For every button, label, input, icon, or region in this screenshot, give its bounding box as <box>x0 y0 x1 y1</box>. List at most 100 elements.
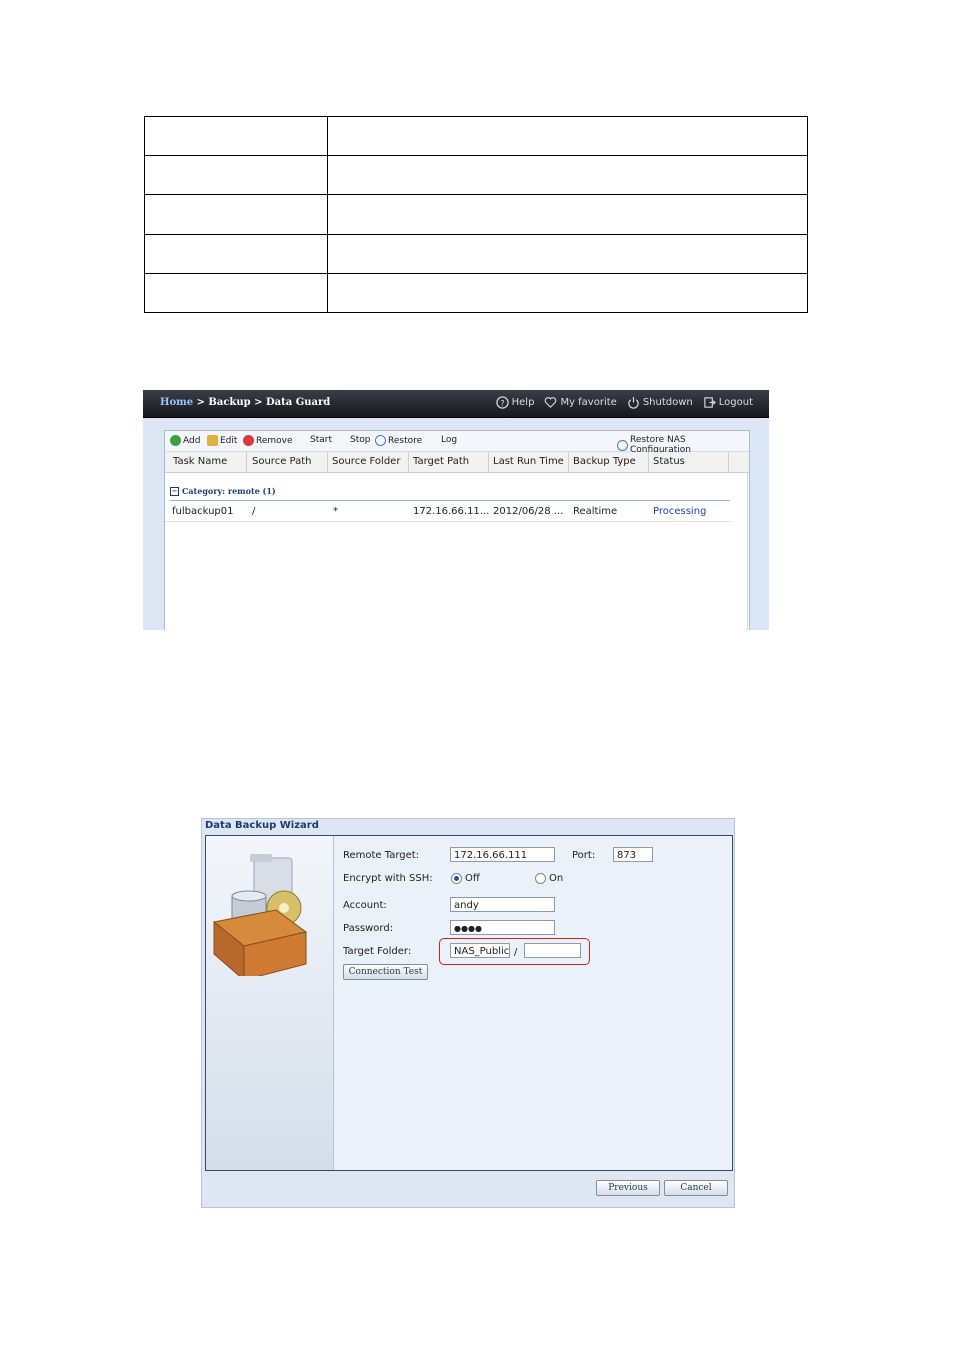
svg-text:?: ? <box>500 398 504 408</box>
encrypt-on-label: On <box>549 873 564 884</box>
remote-target-label: Remote Target: <box>343 850 420 861</box>
data-guard-screenshot: Home > Backup > Data Guard ? Help My fav… <box>143 390 769 630</box>
toolbar: Add Edit Remove Start Stop Restore Log R… <box>165 431 749 455</box>
table-row[interactable]: fulbackup01 / * 172.16.66.11... 2012/06/… <box>165 503 731 522</box>
magnifier-icon <box>617 439 628 451</box>
table-cell <box>327 272 808 314</box>
table-row <box>144 155 808 196</box>
category-divider <box>170 500 730 501</box>
column-divider <box>488 452 489 472</box>
shutdown-link[interactable]: Shutdown <box>627 396 693 409</box>
start-button[interactable]: Start <box>310 435 332 445</box>
breadcrumb-home[interactable]: Home <box>160 397 193 408</box>
encrypt-off-label: Off <box>465 873 480 884</box>
column-divider <box>246 452 247 472</box>
category-group[interactable]: − Category: remote (1) <box>170 486 276 496</box>
column-divider <box>568 452 569 472</box>
help-label: Help <box>511 397 535 408</box>
table-header: Task Name Source Path Source Folder Targ… <box>165 452 749 473</box>
password-input[interactable]: ●●●● <box>450 920 555 935</box>
task-panel: Add Edit Remove Start Stop Restore Log R… <box>164 430 750 630</box>
table-cell <box>144 194 328 235</box>
wizard-form: Remote Target: 172.16.66.111 Port: 873 E… <box>334 836 732 1170</box>
stop-button[interactable]: Stop <box>350 435 370 445</box>
connection-test-button[interactable]: Connection Test <box>343 964 428 980</box>
wizard-body: Remote Target: 172.16.66.111 Port: 873 E… <box>205 835 733 1171</box>
target-folder-label: Target Folder: <box>343 946 412 957</box>
column-divider <box>408 452 409 472</box>
stop-label: Stop <box>350 435 371 445</box>
target-path-cell: 172.16.66.11... <box>413 506 490 517</box>
remove-button[interactable]: Remove <box>243 435 293 446</box>
encrypt-ssh-label: Encrypt with SSH: <box>343 873 433 884</box>
scrollbar-track[interactable] <box>747 472 748 630</box>
wizard-illustration-pane <box>206 836 334 1170</box>
port-label: Port: <box>572 850 596 861</box>
column-divider <box>327 452 328 472</box>
add-button[interactable]: Add <box>170 435 200 446</box>
previous-button[interactable]: Previous <box>596 1180 660 1196</box>
cancel-button[interactable]: Cancel <box>664 1180 728 1196</box>
source-folder-cell: * <box>333 506 338 517</box>
logout-link[interactable]: Logout <box>703 396 753 409</box>
column-divider <box>648 452 649 472</box>
edit-button[interactable]: Edit <box>207 435 237 446</box>
column-divider <box>728 452 729 472</box>
collapse-icon[interactable]: − <box>170 486 179 496</box>
shutdown-label: Shutdown <box>642 397 693 408</box>
top-nav: ? Help My favorite Shutdown Logout <box>495 396 753 409</box>
favorite-link[interactable]: My favorite <box>544 396 617 409</box>
logout-icon <box>704 397 716 408</box>
account-input[interactable]: andy <box>450 897 555 912</box>
column-header[interactable]: Last Run Time <box>493 456 564 467</box>
table-row <box>144 272 808 314</box>
encrypt-on-radio[interactable] <box>535 873 546 884</box>
remote-target-input[interactable]: 172.16.66.111 <box>450 847 555 862</box>
column-header[interactable]: Status <box>653 456 685 467</box>
breadcrumb-backup[interactable]: Backup <box>208 397 250 408</box>
task-name-cell: fulbackup01 <box>172 506 234 517</box>
logout-label: Logout <box>718 397 753 408</box>
magnifier-icon <box>375 435 386 446</box>
breadcrumb-current: Data Guard <box>265 397 331 408</box>
table-cell <box>144 155 328 196</box>
help-link[interactable]: ? Help <box>495 396 535 409</box>
encrypt-off-radio[interactable] <box>451 873 462 884</box>
column-header[interactable]: Source Folder <box>332 456 400 467</box>
table-cell <box>327 155 808 196</box>
table-row <box>144 233 808 274</box>
heart-icon <box>545 397 557 408</box>
breadcrumb-separator: > <box>193 397 209 408</box>
top-bar: Home > Backup > Data Guard ? Help My fav… <box>143 390 769 418</box>
column-header[interactable]: Task Name <box>173 456 227 467</box>
column-header[interactable]: Target Path <box>413 456 469 467</box>
table-cell <box>327 194 808 235</box>
log-label: Log <box>441 435 458 445</box>
table-cell <box>144 115 328 157</box>
last-run-cell: 2012/06/28 ... <box>493 506 564 517</box>
restore-button[interactable]: Restore <box>375 435 422 446</box>
remove-icon <box>243 435 254 446</box>
edit-icon <box>207 435 218 446</box>
table-cell <box>144 233 328 274</box>
favorite-label: My favorite <box>560 397 617 408</box>
table-cell <box>144 272 328 314</box>
source-path-cell: / <box>252 506 256 517</box>
restore-label: Restore <box>388 435 423 446</box>
add-label: Add <box>183 435 201 446</box>
column-header[interactable]: Backup Type <box>573 456 636 467</box>
category-label: Category: remote (1) <box>182 486 276 496</box>
table-row <box>144 194 808 235</box>
column-header[interactable]: Source Path <box>252 456 312 467</box>
table-cell <box>327 115 808 157</box>
account-label: Account: <box>343 900 387 911</box>
port-input[interactable]: 873 <box>613 847 653 862</box>
power-icon <box>628 396 639 409</box>
start-label: Start <box>310 435 332 445</box>
document-table <box>144 115 808 314</box>
help-icon: ? <box>495 396 509 409</box>
table-row <box>144 115 808 157</box>
backup-wizard-screenshot: Data Backup Wizard Remote Target: 172.16… <box>201 818 735 1208</box>
log-button[interactable]: Log <box>441 435 457 445</box>
table-cell <box>327 233 808 274</box>
